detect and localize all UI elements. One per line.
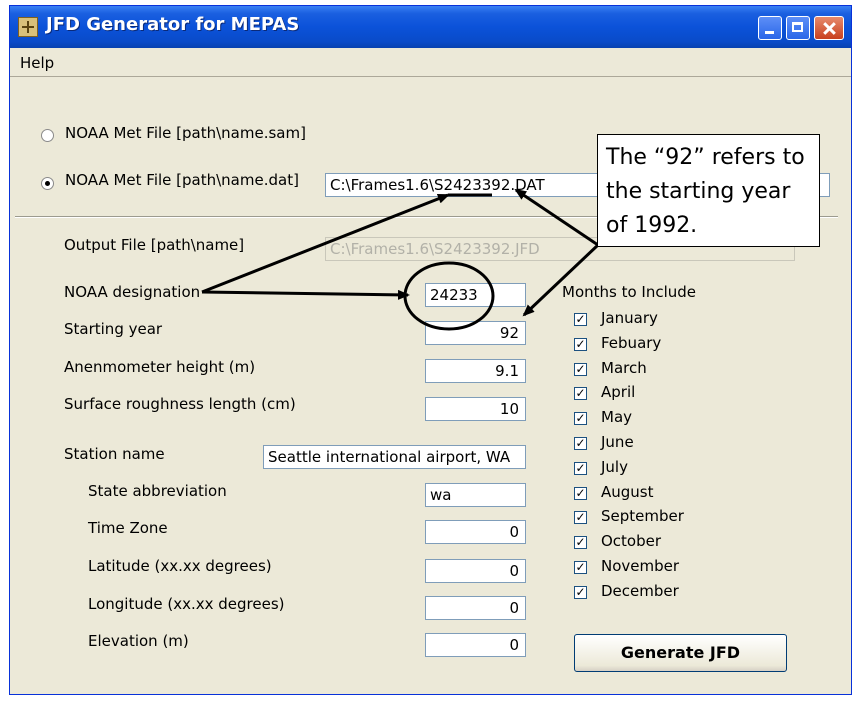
arrow-to-noaa-field [201, 289, 410, 300]
annotation-overlay [201, 188, 600, 331]
arrow-to-starting-year [522, 243, 600, 317]
arrow-to-year-in-filename [514, 188, 599, 247]
noaa-highlight-circle [403, 261, 495, 331]
annotation-callout: The “92” refers to the starting year of … [597, 134, 820, 247]
